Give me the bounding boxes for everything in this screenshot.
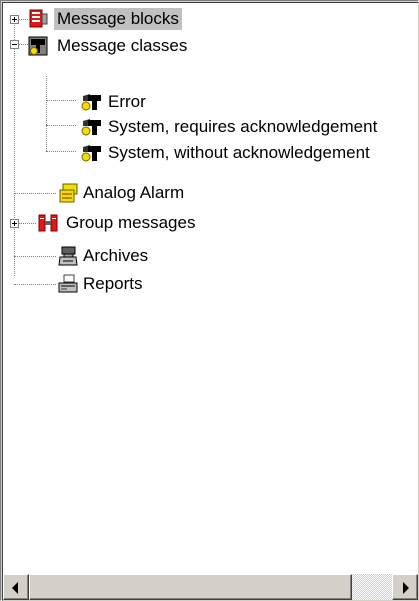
horizontal-scrollbar[interactable] [3,574,418,600]
tree-node-label: Group messages [66,213,196,232]
tree-node-analog-alarm[interactable]: Analog Alarm [3,177,418,209]
message-class-icon [80,142,102,164]
tree-node-label: Message blocks [54,8,182,30]
tree-node-label: Archives [83,246,149,265]
tree-node-reports[interactable]: Reports [3,268,418,300]
tree-node-message-classes[interactable]: Message classes [3,30,418,62]
group-messages-icon [37,212,59,234]
message-classes-icon [27,35,49,57]
tree-node-label: Error [108,92,146,111]
scroll-right-icon [403,582,409,594]
scrollbar-track[interactable] [29,574,392,600]
tree-node-label: System, without acknowledgement [108,143,370,162]
scroll-left-button[interactable] [3,574,29,600]
tree-content: Message blocks Message classes Error Sys… [3,3,418,572]
scroll-right-button[interactable] [392,574,418,600]
tree-view-frame: Message blocks Message classes Error Sys… [0,0,419,601]
tree-node-label: Analog Alarm [83,183,185,202]
tree-node-label: Reports [83,274,143,293]
message-blocks-icon [27,8,49,30]
message-class-icon [80,91,102,113]
scrollbar-thumb[interactable] [29,574,352,600]
tree-node-system-without-ack[interactable]: System, without acknowledgement [3,137,418,169]
analog-alarm-icon [57,182,79,204]
reports-icon [57,273,79,295]
archives-icon [57,245,79,267]
tree-node-group-messages[interactable]: Group messages [3,207,418,239]
tree-view: Message blocks Message classes Error Sys… [2,2,419,601]
message-class-icon [80,116,102,138]
scroll-left-icon [12,582,18,594]
tree-node-label: Message classes [57,36,188,55]
tree-node-label: System, requires acknowledgement [108,117,378,136]
